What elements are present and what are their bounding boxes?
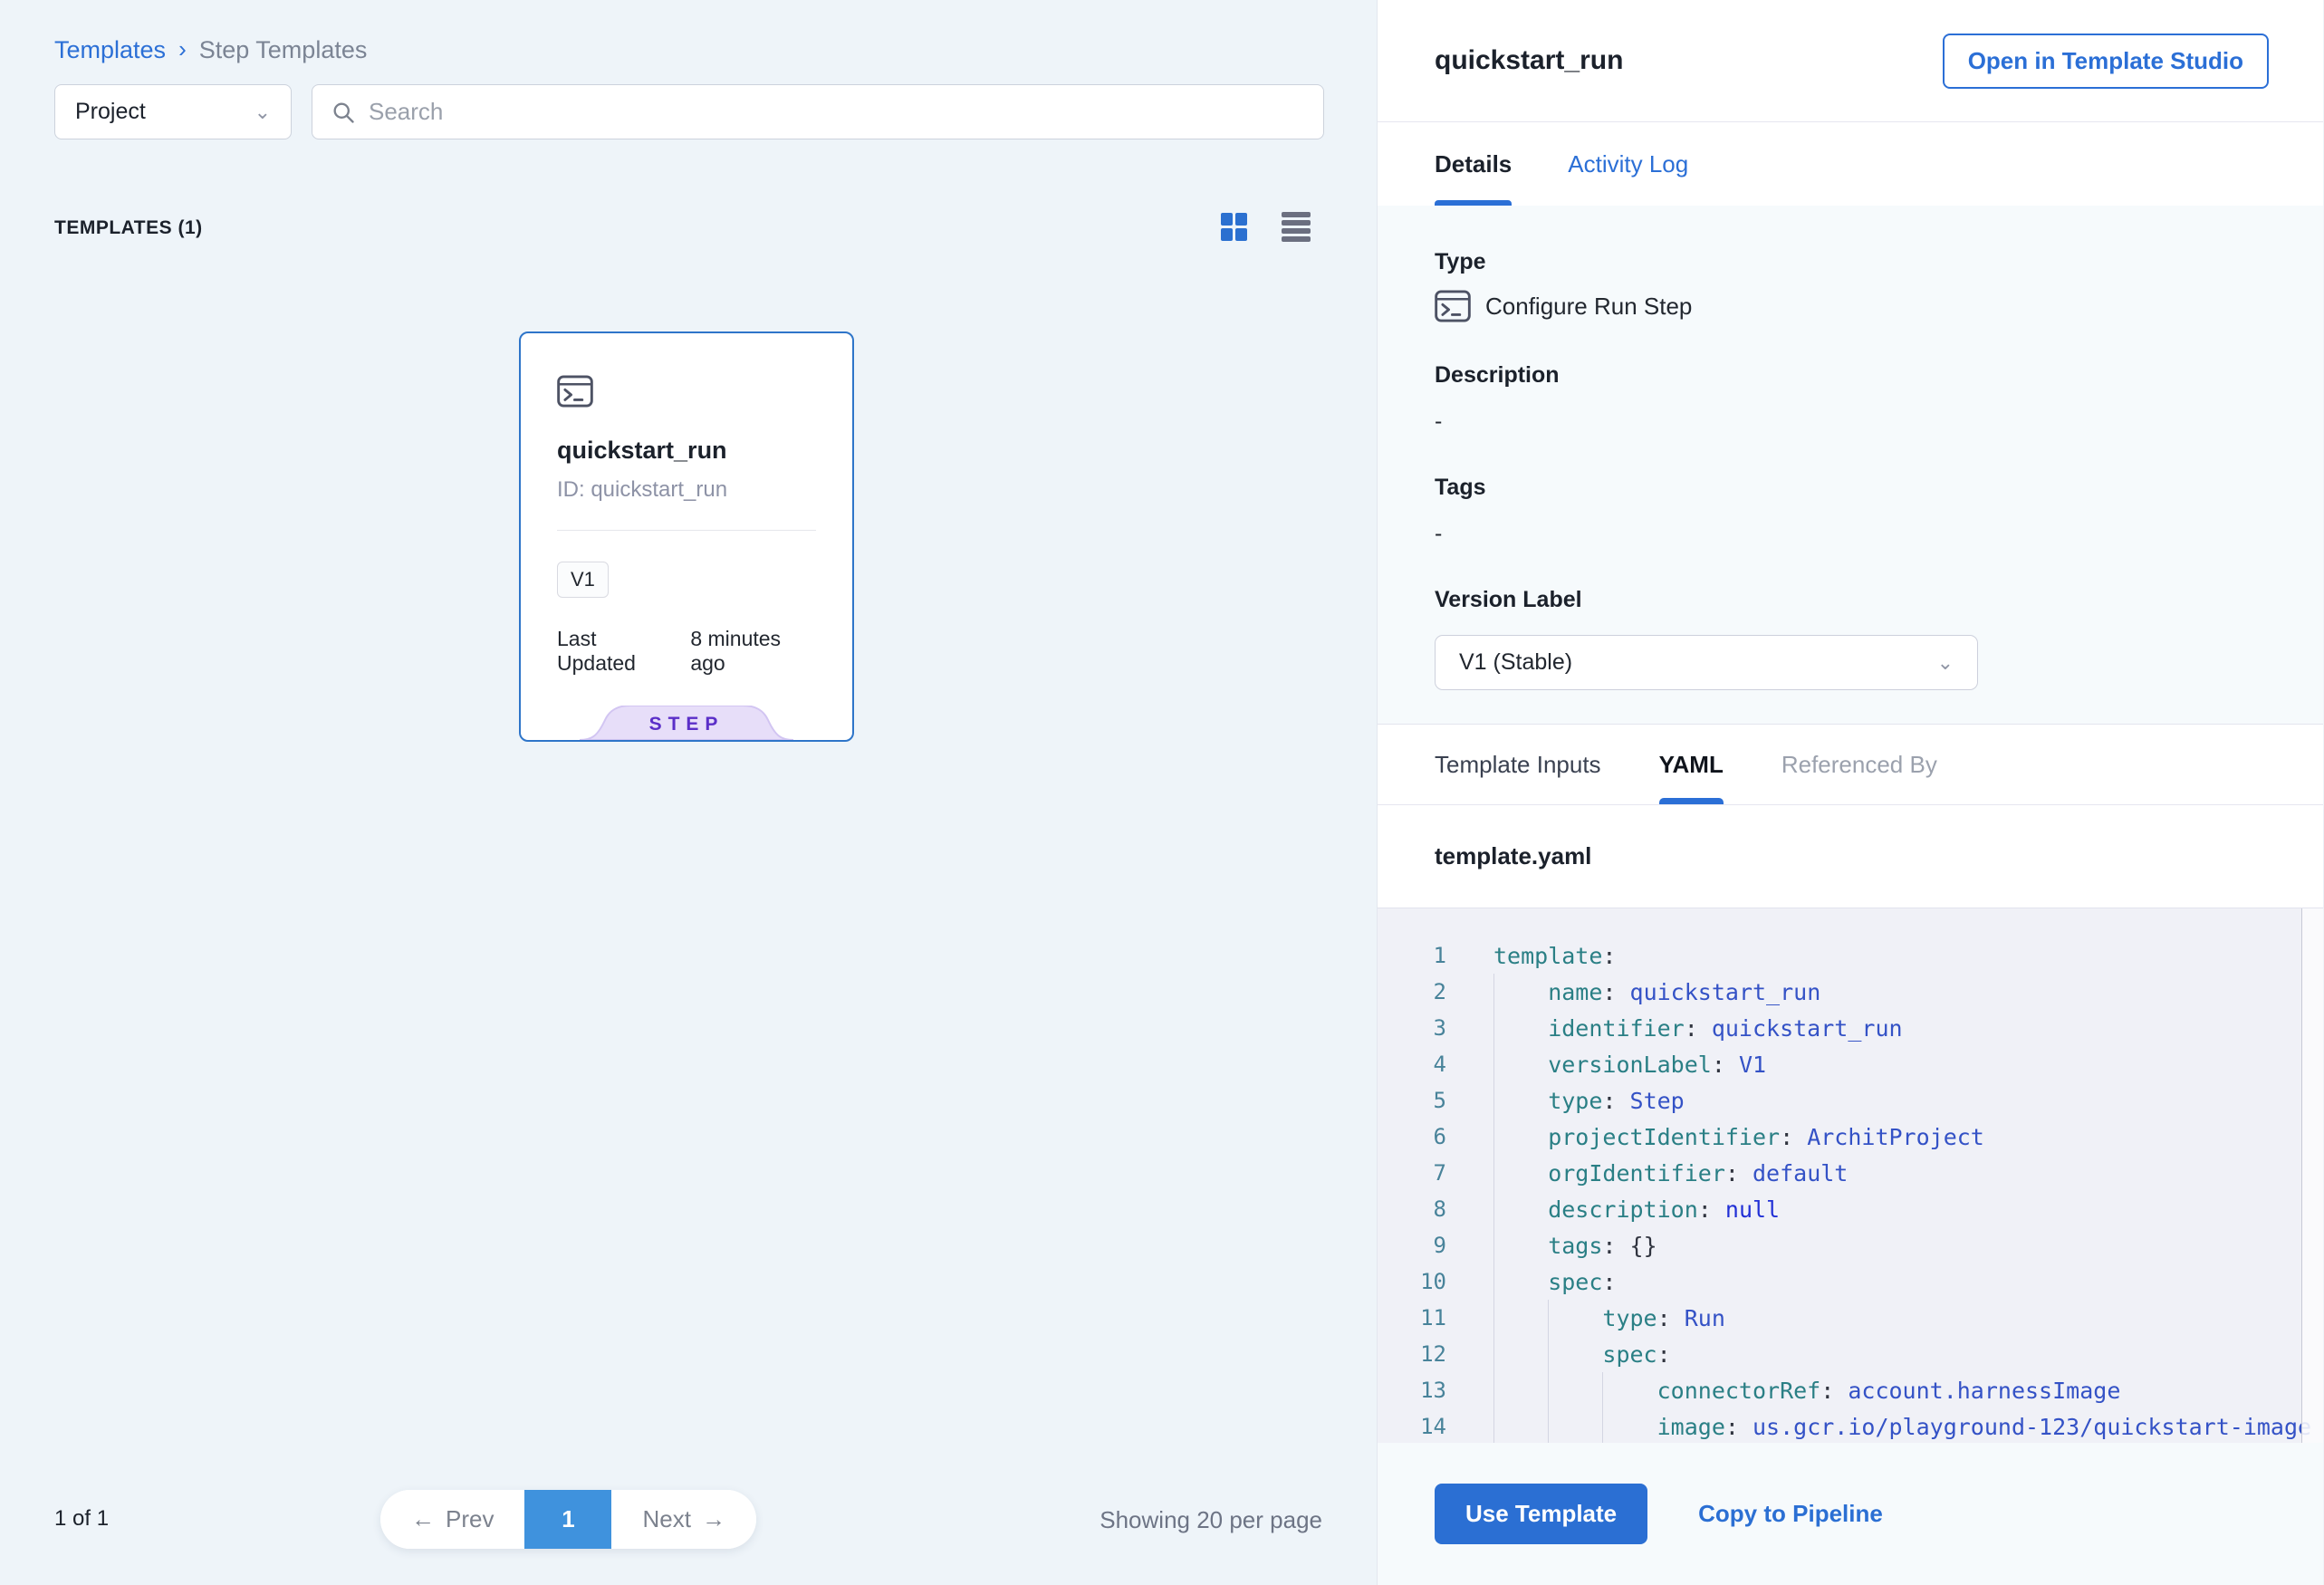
yaml-line: 7orgIdentifier: default <box>1378 1155 2323 1191</box>
tab-template-inputs[interactable]: Template Inputs <box>1435 725 1601 804</box>
card-version-badge: V1 <box>557 562 609 598</box>
card-type-banner-label: STEP <box>578 706 795 740</box>
card-id: ID: quickstart_run <box>557 477 816 503</box>
search-box <box>312 84 1324 139</box>
scope-select-value: Project <box>75 99 146 125</box>
yaml-line: 14image: us.gcr.io/playground-123/quicks… <box>1378 1408 2323 1443</box>
yaml-line: 4versionLabel: V1 <box>1378 1046 2323 1082</box>
last-updated-label: Last Updated <box>557 627 676 676</box>
use-template-button[interactable]: Use Template <box>1435 1484 1647 1544</box>
editor-minimap[interactable] <box>2301 908 2323 1443</box>
version-label: Version Label <box>1435 587 2266 613</box>
last-updated-value: 8 minutes ago <box>690 627 816 676</box>
open-template-studio-button[interactable]: Open in Template Studio <box>1943 34 2269 89</box>
tags-value: - <box>1435 521 2266 547</box>
card-type-banner: STEP <box>578 706 795 740</box>
details-tabbar: Details Activity Log <box>1378 122 2323 206</box>
yaml-tabbar: Template Inputs YAML Referenced By <box>1378 725 2323 805</box>
list-view-icon[interactable] <box>1282 212 1311 242</box>
yaml-line: 8description: null <box>1378 1191 2323 1227</box>
yaml-file-name: template.yaml <box>1435 842 1591 870</box>
type-row: Configure Run Step <box>1435 290 2266 322</box>
tab-yaml[interactable]: YAML <box>1659 725 1724 804</box>
breadcrumb-current: Step Templates <box>199 36 368 64</box>
card-divider <box>557 530 816 531</box>
action-bar: Use Template Copy to Pipeline <box>1378 1443 2323 1585</box>
tab-details[interactable]: Details <box>1435 122 1512 206</box>
search-icon <box>331 100 356 125</box>
yaml-line: 9tags: {} <box>1378 1227 2323 1263</box>
yaml-file-header: template.yaml <box>1378 805 2323 908</box>
card-updated-row: Last Updated 8 minutes ago <box>557 627 816 676</box>
yaml-line: 1template: <box>1378 937 2323 974</box>
chevron-down-icon: ⌄ <box>254 101 271 124</box>
yaml-lines: 1template:2name: quickstart_run3identifi… <box>1378 937 2323 1443</box>
yaml-line: 12spec: <box>1378 1336 2323 1372</box>
view-toggles <box>1221 212 1311 242</box>
yaml-line: 5type: Step <box>1378 1082 2323 1119</box>
yaml-line: 3identifier: quickstart_run <box>1378 1010 2323 1046</box>
tab-referenced-by[interactable]: Referenced By <box>1781 725 1937 804</box>
scope-select[interactable]: Project ⌄ <box>54 84 292 139</box>
type-value: Configure Run Step <box>1485 293 1692 321</box>
yaml-editor[interactable]: 1template:2name: quickstart_run3identifi… <box>1378 908 2323 1443</box>
tags-label: Tags <box>1435 475 2266 501</box>
version-select-value: V1 (Stable) <box>1459 649 1572 676</box>
yaml-line: 2name: quickstart_run <box>1378 974 2323 1010</box>
template-details-panel: quickstart_run Open in Template Studio D… <box>1378 0 2323 1585</box>
panel-title: quickstart_run <box>1435 45 1623 76</box>
breadcrumb-chevron-icon: › <box>178 35 187 63</box>
description-label: Description <box>1435 362 2266 389</box>
yaml-line: 6projectIdentifier: ArchitProject <box>1378 1119 2323 1155</box>
card-title: quickstart_run <box>557 437 816 465</box>
run-step-terminal-icon <box>1435 290 1471 322</box>
type-label: Type <box>1435 249 2266 275</box>
per-page-label: Showing 20 per page <box>0 1506 1322 1534</box>
run-step-terminal-icon <box>557 375 593 408</box>
yaml-line: 13connectorRef: account.harnessImage <box>1378 1372 2323 1408</box>
grid-view-icon[interactable] <box>1221 213 1247 241</box>
template-list-pane: Templates › Step Templates Project ⌄ TEM… <box>0 0 1378 1585</box>
template-card[interactable]: quickstart_run ID: quickstart_run V1 Las… <box>519 331 854 742</box>
search-input[interactable] <box>369 98 1305 126</box>
details-section: Type Configure Run Step Description - Ta… <box>1378 206 2323 725</box>
breadcrumb: Templates › Step Templates <box>54 36 367 64</box>
description-value: - <box>1435 408 2266 435</box>
copy-to-pipeline-link[interactable]: Copy to Pipeline <box>1698 1500 1883 1528</box>
version-select[interactable]: V1 (Stable) ⌄ <box>1435 635 1978 690</box>
panel-header: quickstart_run Open in Template Studio <box>1378 0 2323 122</box>
templates-page: Templates › Step Templates Project ⌄ TEM… <box>0 0 2324 1585</box>
tab-activity-log[interactable]: Activity Log <box>1568 122 1688 206</box>
chevron-down-icon: ⌄ <box>1937 651 1954 675</box>
yaml-line: 10spec: <box>1378 1263 2323 1300</box>
template-card-body: quickstart_run ID: quickstart_run V1 Las… <box>521 333 852 676</box>
breadcrumb-templates-link[interactable]: Templates <box>54 36 166 64</box>
yaml-line: 11type: Run <box>1378 1300 2323 1336</box>
templates-count-label: TEMPLATES (1) <box>54 217 203 239</box>
filter-row: Project ⌄ <box>54 84 1324 139</box>
